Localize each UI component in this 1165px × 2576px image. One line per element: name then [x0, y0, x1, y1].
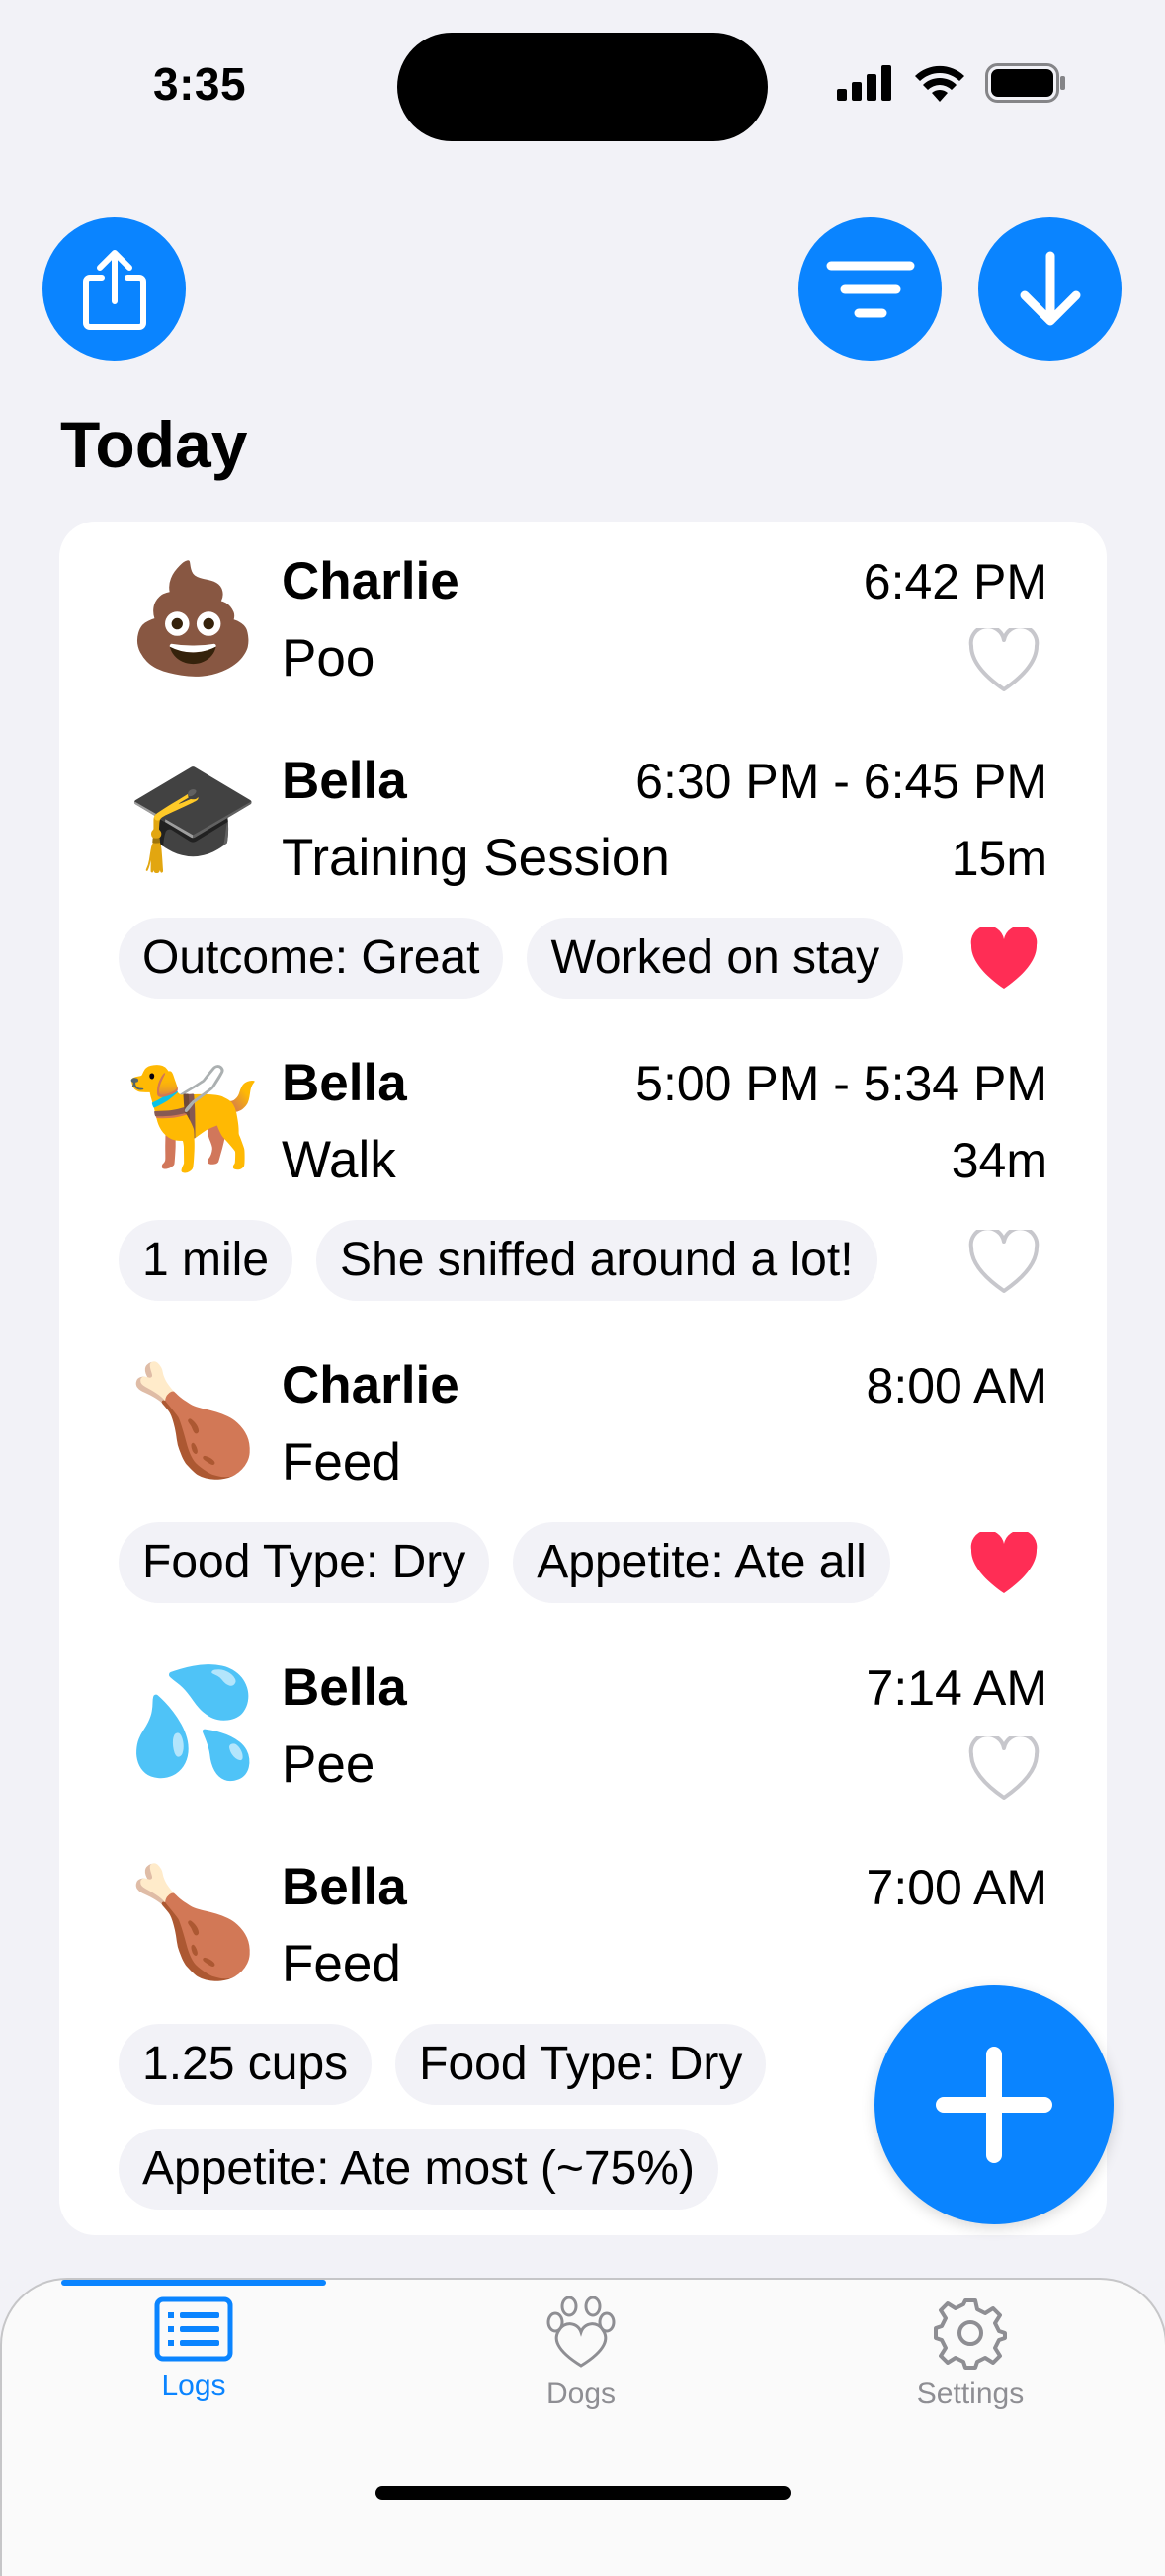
- active-tab-indicator: [61, 2280, 326, 2286]
- detail-chips-row-2: Appetite: Ate most (~75%): [119, 2129, 718, 2210]
- battery-icon: [985, 63, 1065, 103]
- sweat-droplets-icon: 💦: [126, 1662, 260, 1782]
- sort-down-button[interactable]: [978, 217, 1122, 361]
- plus-icon: [936, 2047, 1052, 2163]
- log-duration: 34m: [951, 1133, 1047, 1188]
- poo-emoji-icon: 💩: [126, 558, 260, 678]
- home-indicator: [375, 2486, 791, 2500]
- heart-outline-icon[interactable]: [968, 628, 1040, 693]
- add-log-button[interactable]: [874, 1985, 1114, 2224]
- arrow-down-icon: [1020, 251, 1080, 325]
- gear-icon: [934, 2298, 1007, 2370]
- log-time: 6:30 PM - 6:45 PM: [635, 754, 1047, 809]
- share-icon: [82, 249, 146, 330]
- cellular-signal-icon: [837, 65, 891, 101]
- dog-name: Charlie: [282, 1356, 459, 1414]
- detail-chip: Appetite: Ate most (~75%): [119, 2129, 718, 2210]
- detail-chips: 1.25 cups Food Type: Dry: [119, 2024, 767, 2105]
- graduation-cap-icon: 🎓: [126, 756, 260, 875]
- detail-chip: 1.25 cups: [119, 2024, 373, 2105]
- filter-icon: [826, 261, 914, 317]
- tab-logs[interactable]: Logs: [65, 2296, 322, 2403]
- tab-dogs[interactable]: Dogs: [453, 2296, 709, 2411]
- detail-chips: 1 mile She sniffed around a lot!: [119, 1220, 877, 1301]
- detail-chip: Worked on stay: [527, 918, 904, 999]
- log-time: 7:14 AM: [866, 1660, 1047, 1716]
- dog-name: Bella: [282, 1054, 407, 1112]
- tab-label: Settings: [916, 2377, 1025, 2410]
- status-icons: [837, 63, 1066, 103]
- list-icon: [154, 2296, 233, 2362]
- log-time: 6:42 PM: [863, 554, 1047, 609]
- activity-type: Feed: [282, 1935, 401, 1993]
- status-time: 3:35: [153, 58, 247, 110]
- detail-chip: 1 mile: [119, 1220, 293, 1301]
- detail-chip: She sniffed around a lot!: [316, 1220, 877, 1301]
- detail-chips: Outcome: Great Worked on stay: [119, 918, 904, 999]
- filter-button[interactable]: [798, 217, 942, 361]
- poultry-leg-icon: 🍗: [126, 1360, 260, 1480]
- activity-type: Pee: [282, 1735, 375, 1794]
- log-list-card: 💩 Charlie Poo 6:42 PM 🎓 Bella Training S…: [59, 522, 1107, 2235]
- tab-label: Logs: [161, 2370, 226, 2402]
- detail-chip: Appetite: Ate all: [513, 1522, 890, 1603]
- log-time: 7:00 AM: [866, 1860, 1047, 1915]
- paw-heart-icon: [546, 2296, 616, 2368]
- guide-dog-icon: 🦮: [126, 1058, 260, 1177]
- activity-type: Feed: [282, 1433, 401, 1491]
- tab-label: Dogs: [545, 2377, 617, 2410]
- detail-chip: Food Type: Dry: [119, 1522, 490, 1603]
- log-duration: 15m: [951, 831, 1047, 886]
- dog-name: Bella: [282, 1658, 407, 1717]
- activity-type: Walk: [282, 1131, 396, 1189]
- wifi-icon: [915, 65, 964, 102]
- detail-chip: Food Type: Dry: [395, 2024, 767, 2105]
- log-time: 8:00 AM: [866, 1358, 1047, 1413]
- dynamic-island: [397, 33, 768, 141]
- activity-type: Poo: [282, 629, 375, 687]
- heart-outline-icon[interactable]: [968, 1230, 1040, 1295]
- share-button[interactable]: [42, 217, 186, 361]
- poultry-leg-icon: 🍗: [126, 1862, 260, 1981]
- section-title-today: Today: [60, 408, 248, 481]
- heart-outline-icon[interactable]: [968, 1736, 1040, 1802]
- dog-name: Bella: [282, 752, 407, 810]
- heart-filled-icon[interactable]: [968, 927, 1040, 993]
- detail-chip: Outcome: Great: [119, 918, 504, 999]
- dog-name: Charlie: [282, 552, 459, 610]
- heart-filled-icon[interactable]: [968, 1532, 1040, 1597]
- detail-chips: Food Type: Dry Appetite: Ate all: [119, 1522, 890, 1603]
- log-time: 5:00 PM - 5:34 PM: [635, 1056, 1047, 1111]
- dog-name: Bella: [282, 1858, 407, 1916]
- activity-type: Training Session: [282, 829, 670, 887]
- tab-settings[interactable]: Settings: [842, 2296, 1099, 2411]
